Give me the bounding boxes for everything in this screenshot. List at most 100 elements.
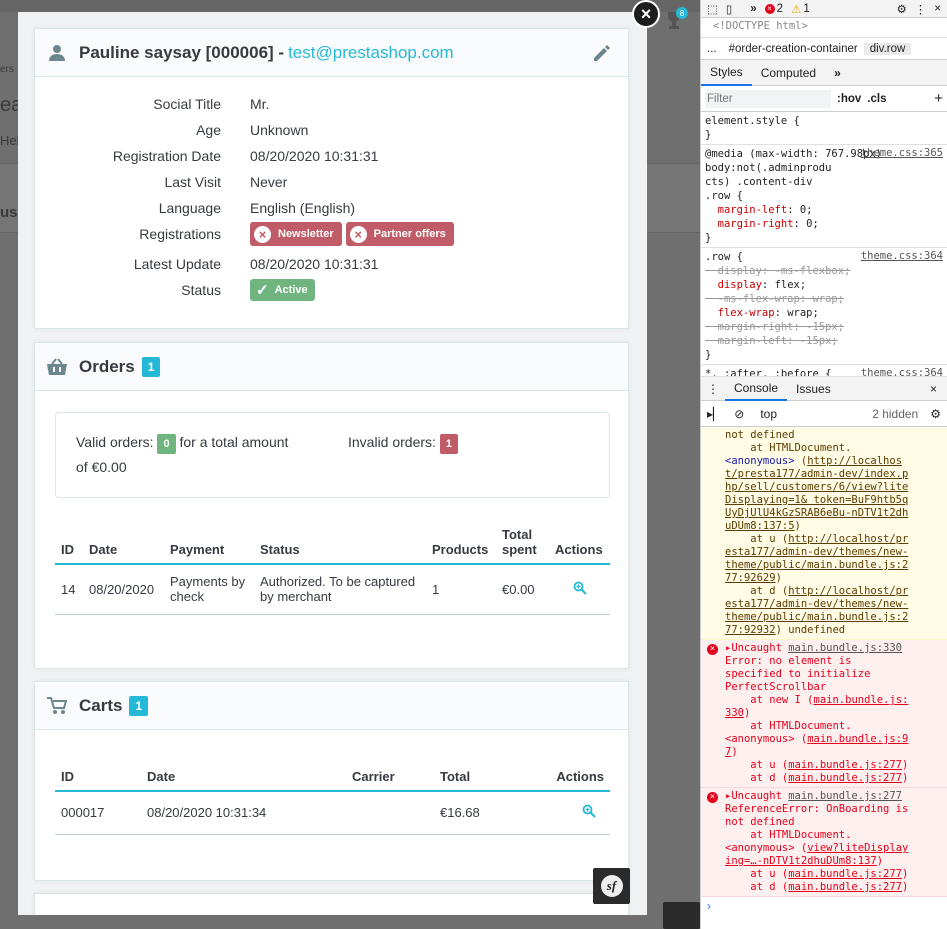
- valid-orders-count-badge: 0: [157, 434, 176, 454]
- total-amount-value: of €0.00: [76, 459, 127, 475]
- class-toggle[interactable]: .cls: [867, 93, 886, 105]
- warning-icon: ⚠: [791, 3, 802, 16]
- notification-count-badge: 8: [676, 7, 688, 19]
- customer-name: Pauline saysay [000006] -: [79, 42, 285, 62]
- background-text-fragment: ers: [0, 64, 14, 75]
- order-date: 08/20/2020: [83, 564, 164, 615]
- more-tabs-icon[interactable]: »: [825, 60, 850, 86]
- customer-email-link[interactable]: test@prestashop.com: [288, 43, 454, 63]
- column-header[interactable]: Date: [141, 752, 346, 792]
- css-rule-pseudo[interactable]: theme.css:364 *, :after, :before {: [701, 365, 947, 377]
- view-cart-button[interactable]: [542, 791, 610, 835]
- breadcrumb-item[interactable]: ...: [701, 43, 723, 55]
- console-toolbar: ▸▏ ⊘ top 2 hidden ⚙: [701, 401, 947, 427]
- column-header[interactable]: ID: [55, 515, 83, 565]
- gear-icon[interactable]: ⚙: [896, 2, 906, 16]
- close-circle-icon: ×: [254, 225, 271, 243]
- carts-count-badge: 1: [129, 695, 149, 716]
- pencil-icon: [594, 45, 610, 61]
- invalid-orders-summary: Invalid orders: 1: [348, 434, 458, 454]
- modal-close-button[interactable]: ×: [632, 0, 660, 28]
- invalid-orders-label: Invalid orders:: [348, 434, 436, 450]
- column-header[interactable]: ID: [55, 752, 141, 792]
- device-toggle-icon[interactable]: ▯: [726, 2, 732, 16]
- css-rule-row[interactable]: theme.css:364 .row { display: -ms-flexbo…: [701, 248, 947, 365]
- styles-filter-input[interactable]: [705, 89, 831, 108]
- tab-console[interactable]: Console: [725, 377, 788, 401]
- info-value-social-title: Mr.: [250, 96, 270, 112]
- column-header[interactable]: Status: [254, 515, 426, 565]
- carts-title: Carts: [79, 695, 123, 715]
- close-icon[interactable]: ×: [934, 3, 941, 15]
- tab-issues[interactable]: Issues: [787, 377, 840, 401]
- info-label: Registration Date: [112, 148, 221, 164]
- edit-customer-button[interactable]: [592, 43, 612, 68]
- column-header[interactable]: Payment: [164, 515, 254, 565]
- clear-console-icon[interactable]: ⊘: [734, 407, 744, 421]
- column-header: Actions: [549, 515, 610, 565]
- more-tabs-icon[interactable]: »: [750, 3, 756, 15]
- symfony-icon: sf: [600, 875, 623, 897]
- view-order-button[interactable]: [549, 564, 610, 615]
- valid-orders-label: Valid orders:: [76, 434, 154, 450]
- carts-table: ID Date Carrier Total Actions 000017 08/…: [55, 752, 610, 835]
- column-header[interactable]: Products: [426, 515, 496, 565]
- check-icon: ✓: [256, 282, 269, 299]
- symfony-toolbar-button[interactable]: sf: [593, 868, 630, 904]
- column-header[interactable]: Carrier: [346, 752, 434, 792]
- notifications-icon[interactable]: 8: [665, 7, 688, 32]
- basket-icon: [47, 357, 67, 377]
- tab-computed[interactable]: Computed: [752, 60, 825, 86]
- background-text-fragment: us: [0, 204, 18, 221]
- breadcrumb-item[interactable]: #order-creation-container: [723, 43, 864, 55]
- info-value-last-visit: Never: [250, 174, 288, 190]
- close-drawer-icon[interactable]: ×: [930, 382, 947, 396]
- tab-styles[interactable]: Styles: [701, 60, 752, 86]
- dom-doctype-line[interactable]: <!DOCTYPE html>: [701, 18, 947, 38]
- sidebar-toggle-icon[interactable]: ▸▏: [707, 407, 722, 421]
- error-icon: ×: [707, 644, 718, 655]
- orders-title: Orders: [79, 356, 135, 376]
- order-products: 1: [426, 564, 496, 615]
- orders-count-badge: 1: [141, 356, 161, 377]
- table-row[interactable]: 14 08/20/2020 Payments by check Authoriz…: [55, 564, 610, 615]
- customer-panel: Pauline saysay [000006] - test@prestasho…: [34, 28, 629, 329]
- add-rule-icon[interactable]: +: [934, 90, 943, 107]
- orders-panel: Orders 1 Valid orders: 0 for a total amo…: [34, 342, 629, 669]
- cart-date: 08/20/2020 10:31:34: [141, 791, 346, 835]
- valid-orders-summary: Valid orders: 0 for a total amount: [76, 434, 288, 454]
- customer-info-list: Social Title Mr. Age Unknown Registratio…: [35, 77, 628, 327]
- console-error-message[interactable]: × ▸Uncaught main.bundle.js:330 Error: no …: [701, 640, 947, 788]
- inspect-element-icon[interactable]: ⬚: [707, 2, 718, 16]
- symfony-toolbar-toggle[interactable]: [663, 902, 700, 929]
- order-status: Authorized. To be captured by merchant: [254, 564, 426, 615]
- error-counter[interactable]: × 2: [764, 3, 783, 15]
- console-error-message[interactable]: × ▸Uncaught main.bundle.js:277 ReferenceE…: [701, 788, 947, 897]
- devtools-panel: ⬚ ▯ » × 2 ⚠ 1 ⚙ ⋮ × <!DOCTYPE html> ... …: [700, 0, 947, 929]
- css-rule-element-style[interactable]: element.style { }: [701, 112, 947, 145]
- hidden-messages-count[interactable]: 2 hidden: [872, 407, 918, 421]
- info-label: Last Visit: [164, 174, 221, 190]
- console-settings-icon[interactable]: ⚙: [930, 407, 941, 421]
- kebab-menu-icon[interactable]: ⋮: [915, 2, 927, 16]
- breadcrumb-item[interactable]: div.row: [863, 42, 912, 55]
- column-header[interactable]: Total spent: [496, 515, 549, 565]
- info-value-language: English (English): [250, 200, 356, 216]
- invalid-orders-count-badge: 1: [439, 434, 458, 454]
- dom-breadcrumb: ... #order-creation-container div.row: [701, 38, 947, 60]
- column-header[interactable]: Date: [83, 515, 164, 565]
- table-row[interactable]: 000017 08/20/2020 10:31:34 €16.68: [55, 791, 610, 835]
- info-label: Registrations: [139, 226, 221, 242]
- column-header[interactable]: Total: [434, 752, 542, 792]
- context-selector[interactable]: top: [760, 407, 777, 421]
- css-rule-media-row[interactable]: theme.css:365 @media (max-width: 767.98p…: [701, 145, 947, 248]
- console-warning-message[interactable]: not defined at HTMLDocument. <anonymous>…: [701, 427, 947, 640]
- hover-state-toggle[interactable]: :hov: [837, 93, 861, 105]
- status-badge: ✓ Active: [250, 279, 315, 301]
- kebab-menu-icon[interactable]: ⋮: [701, 376, 725, 402]
- info-label: Latest Update: [133, 256, 221, 272]
- carts-panel-header: Carts 1: [35, 682, 628, 730]
- info-label: Language: [158, 200, 221, 216]
- console-prompt[interactable]: ›: [701, 897, 947, 915]
- warning-counter[interactable]: ⚠ 1: [791, 2, 810, 16]
